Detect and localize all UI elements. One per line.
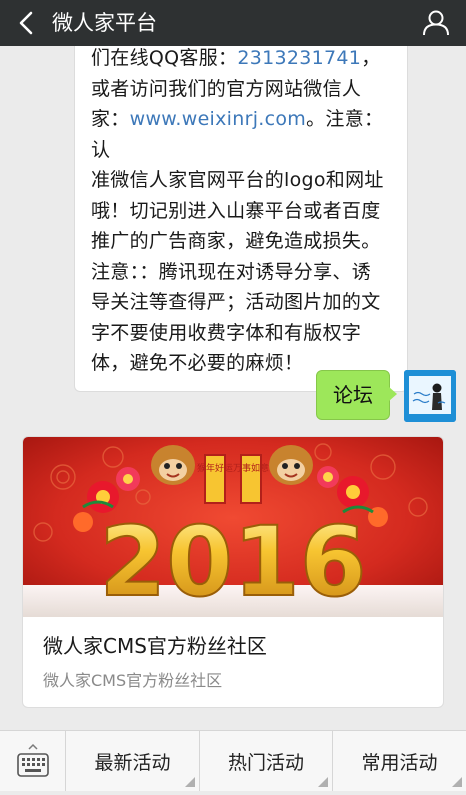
message-text: ，: [361, 47, 381, 69]
article-title: 微人家CMS官方粉丝社区: [43, 634, 267, 658]
website-link[interactable]: www.weixinrj.com: [130, 108, 307, 130]
article-cover-image: 猴年好运 万事如意 2016: [23, 437, 443, 617]
message-line: 准微信人家官网平台的logo和网址: [91, 169, 384, 191]
keyboard-icon: [16, 743, 49, 777]
message-line: 推广的广告商家，避免造成损失。: [91, 230, 381, 252]
message-text: 们在线QQ客服：: [91, 47, 238, 69]
article-description: 微人家CMS官方粉丝社区: [43, 671, 223, 690]
outgoing-message-bubble[interactable]: 论坛: [316, 370, 397, 420]
menu-item-label: 常用活动: [361, 752, 438, 774]
menu-item-common-activities[interactable]: 常用活动: [333, 731, 466, 791]
user-avatar[interactable]: [404, 370, 456, 422]
outgoing-message-row: 论坛: [316, 370, 456, 422]
new-year-2016-illustration: 猴年好运 万事如意 2016: [23, 437, 443, 617]
menu-item-label: 最新活动: [94, 752, 171, 774]
profile-button[interactable]: [414, 0, 458, 46]
submenu-indicator-icon: [185, 777, 195, 787]
person-icon: [423, 10, 449, 36]
banner-right-text: 万事如意: [233, 462, 269, 474]
top-nav-bar: 微人家平台: [0, 0, 466, 46]
menu-item-label: 热门活动: [227, 752, 304, 774]
message-line: 导关注等查得严；活动图片加的文: [91, 291, 381, 313]
message-line: 字不要使用收费字体和有版权字: [91, 321, 362, 344]
message-line: 家：www.weixinrj.com。注意：认: [91, 104, 393, 165]
back-arrow-icon: [19, 11, 33, 35]
article-card[interactable]: 猴年好运 万事如意 2016 微人家CMS官方粉丝社区 微人家CMS官方粉丝社区: [22, 436, 444, 708]
message-text: 家：: [91, 108, 130, 130]
message-line: 哦！切记别进入山寨平台或者百度: [91, 199, 381, 222]
qq-link[interactable]: 2313231741: [237, 47, 361, 69]
page-title: 微人家平台: [52, 11, 157, 35]
message-line: 们在线QQ客服：2313231741，: [91, 46, 393, 74]
bottom-menu-bar: 最新活动 热门活动 常用活动: [0, 730, 466, 791]
message-line: 或者访问我们的官方网站微信人: [91, 77, 362, 100]
keyboard-toggle-button[interactable]: [0, 731, 66, 791]
avatar-image: [404, 370, 456, 422]
banner-left-text: 猴年好运: [197, 462, 233, 474]
submenu-indicator-icon: [452, 777, 462, 787]
year-text: 2016: [99, 506, 366, 617]
chat-area[interactable]: 们在线QQ客服：2313231741， 或者访问我们的官方网站微信人 家：www…: [0, 46, 466, 730]
message-line: 注意：：腾讯现在对诱导分享、诱: [91, 260, 372, 283]
back-button[interactable]: [8, 0, 44, 46]
incoming-message-bubble: 们在线QQ客服：2313231741， 或者访问我们的官方网站微信人 家：www…: [74, 46, 408, 392]
menu-item-latest-activities[interactable]: 最新活动: [66, 731, 200, 791]
menu-item-hot-activities[interactable]: 热门活动: [200, 731, 333, 791]
submenu-indicator-icon: [318, 777, 328, 787]
